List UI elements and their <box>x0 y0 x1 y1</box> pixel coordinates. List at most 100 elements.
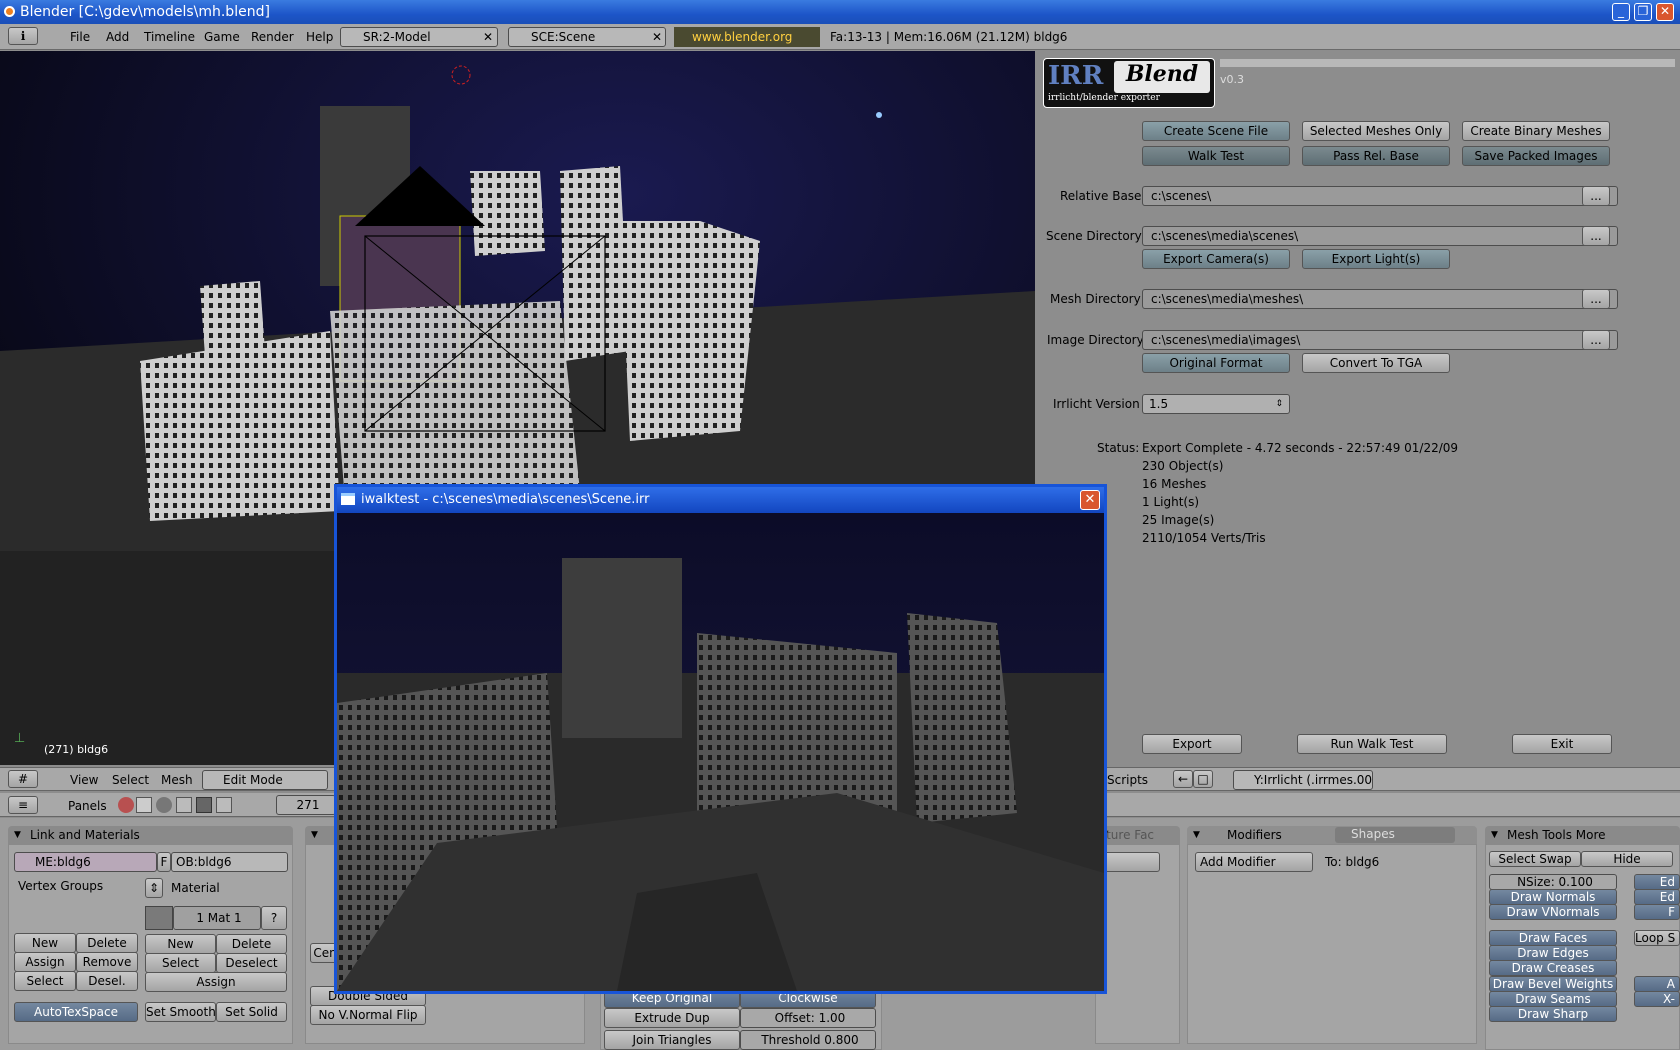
menu-file[interactable]: File <box>70 30 90 44</box>
texture-face-button[interactable] <box>1100 852 1160 872</box>
walktest-close-button[interactable]: ✕ <box>1080 490 1100 510</box>
script-icon[interactable] <box>136 797 152 813</box>
shading-icon[interactable] <box>156 797 172 813</box>
draw-normals-button[interactable]: Draw Normals <box>1489 889 1617 905</box>
select-swap-button[interactable]: Select Swap <box>1489 851 1581 867</box>
object-name-field[interactable]: OB:bldg6 <box>171 852 288 872</box>
a-button[interactable]: A <box>1634 976 1680 992</box>
material-delete-button[interactable]: Delete <box>216 934 287 954</box>
mesh-tools-more-header[interactable]: Mesh Tools More <box>1485 826 1680 844</box>
draw-creases-button[interactable]: Draw Creases <box>1489 960 1617 976</box>
autotexspace-button[interactable]: AutoTexSpace <box>14 1002 138 1022</box>
draw-seams-button[interactable]: Draw Seams <box>1489 991 1617 1007</box>
close-button[interactable]: ✕ <box>1656 3 1674 21</box>
set-solid-button[interactable]: Set Solid <box>216 1002 287 1022</box>
panels-menu[interactable]: Panels <box>68 799 107 813</box>
frame-field[interactable]: 271 <box>276 795 336 815</box>
material-select-button[interactable]: Select <box>145 953 216 973</box>
menu-game[interactable]: Game <box>204 30 240 44</box>
vgroup-new-button[interactable]: New <box>14 933 76 953</box>
mesh-name-field[interactable]: ME:bldg6 <box>14 852 157 872</box>
relative-base-field[interactable]: c:\scenes\ <box>1142 186 1618 206</box>
screen-selector[interactable]: SR:2-Model <box>340 27 498 47</box>
menu-view[interactable]: View <box>70 773 98 787</box>
original-format-button[interactable]: Original Format <box>1142 353 1290 373</box>
material-new-button[interactable]: New <box>145 934 216 954</box>
export-button[interactable]: Export <box>1142 734 1242 754</box>
vgroup-assign-button[interactable]: Assign <box>14 952 76 972</box>
material-deselect-button[interactable]: Deselect <box>216 953 287 973</box>
export-camera-button[interactable]: Export Camera(s) <box>1142 249 1290 269</box>
fake-user-button[interactable]: F <box>157 852 171 872</box>
save-packed-images-button[interactable]: Save Packed Images <box>1462 146 1610 166</box>
menu-render[interactable]: Render <box>251 30 294 44</box>
script-selector[interactable]: Y:Irrlicht (.irrmes.002 <box>1233 770 1373 790</box>
link-materials-header[interactable]: Link and Materials <box>8 826 293 844</box>
set-smooth-button[interactable]: Set Smooth <box>145 1002 216 1022</box>
menu-select[interactable]: Select <box>112 773 149 787</box>
pass-rel-base-button[interactable]: Pass Rel. Base <box>1302 146 1450 166</box>
loop-select-button[interactable]: Loop S <box>1634 930 1680 946</box>
walk-test-button[interactable]: Walk Test <box>1142 146 1290 166</box>
material-color-swatch[interactable] <box>145 906 173 930</box>
draw-bevel-weights-button[interactable]: Draw Bevel Weights <box>1489 976 1617 992</box>
shapes-tab[interactable]: Shapes <box>1335 827 1455 843</box>
x-mirror-button[interactable]: X- <box>1634 991 1680 1007</box>
logic-icon[interactable] <box>118 797 134 813</box>
selected-meshes-only-button[interactable]: Selected Meshes Only <box>1302 121 1450 141</box>
face-button[interactable]: F <box>1634 904 1680 920</box>
threshold-field[interactable]: Threshold 0.800 <box>740 1030 876 1050</box>
convert-tga-button[interactable]: Convert To TGA <box>1302 353 1450 373</box>
buttons-editor-icon[interactable]: ≡ <box>8 796 38 814</box>
maximize-button[interactable]: ❐ <box>1634 3 1652 21</box>
edge-button-2[interactable]: Ed <box>1634 889 1680 905</box>
mesh-dir-field[interactable]: c:\scenes\media\meshes\ <box>1142 289 1618 309</box>
edge-button-1[interactable]: Ed <box>1634 874 1680 890</box>
nsize-field[interactable]: NSize: 0.100 <box>1489 874 1617 890</box>
modifiers-tab[interactable]: Modifiers <box>1227 828 1282 842</box>
join-triangles-button[interactable]: Join Triangles <box>604 1030 740 1050</box>
minimize-button[interactable]: _ <box>1612 3 1630 21</box>
mode-selector[interactable]: Edit Mode <box>202 770 328 790</box>
site-link[interactable]: www.blender.org 248.1 <box>674 27 820 64</box>
run-walk-test-button[interactable]: Run Walk Test <box>1297 734 1447 754</box>
menu-mesh[interactable]: Mesh <box>161 773 193 787</box>
scene-icon[interactable] <box>216 797 232 813</box>
create-binary-meshes-button[interactable]: Create Binary Meshes <box>1462 121 1610 141</box>
close-scene-icon[interactable]: ✕ <box>652 30 662 44</box>
draw-edges-button[interactable]: Draw Edges <box>1489 945 1617 961</box>
relative-base-browse-button[interactable]: ... <box>1582 186 1610 206</box>
scene-dir-field[interactable]: c:\scenes\media\scenes\ <box>1142 226 1618 246</box>
hide-button[interactable]: Hide <box>1581 851 1673 867</box>
extrude-dup-button[interactable]: Extrude Dup <box>604 1008 740 1028</box>
texture-face-header[interactable]: xture Fac <box>1095 826 1180 844</box>
offset-field[interactable]: Offset: 1.00 <box>740 1008 876 1028</box>
menu-add[interactable]: Add <box>106 30 129 44</box>
export-light-button[interactable]: Export Light(s) <box>1302 249 1450 269</box>
mesh-dir-browse-button[interactable]: ... <box>1582 289 1610 309</box>
scene-selector[interactable]: SCE:Scene <box>508 27 666 47</box>
editing-icon[interactable] <box>196 797 212 813</box>
image-dir-browse-button[interactable]: ... <box>1582 330 1610 350</box>
material-menu-button[interactable]: ⇕ <box>145 878 163 898</box>
walktest-window[interactable]: iwalktest - c:\scenes\media\scenes\Scene… <box>334 484 1107 994</box>
object-icon[interactable] <box>176 797 192 813</box>
draw-sharp-button[interactable]: Draw Sharp <box>1489 1006 1617 1022</box>
draw-vnormals-button[interactable]: Draw VNormals <box>1489 904 1617 920</box>
scripts-menu[interactable]: Scripts <box>1107 773 1148 787</box>
add-modifier-button[interactable]: Add Modifier <box>1195 852 1313 872</box>
menu-timeline[interactable]: Timeline <box>144 30 195 44</box>
editor-type-icon[interactable]: # <box>8 770 38 788</box>
create-scene-file-button[interactable]: Create Scene File <box>1142 121 1290 141</box>
scene-dir-browse-button[interactable]: ... <box>1582 226 1610 246</box>
draw-faces-button[interactable]: Draw Faces <box>1489 930 1617 946</box>
info-icon[interactable]: ℹ <box>8 27 38 45</box>
material-assign-button[interactable]: Assign <box>145 972 287 992</box>
irrlicht-version-select[interactable]: 1.5 ⇕ <box>1142 394 1290 414</box>
no-vnormal-flip-button[interactable]: No V.Normal Flip <box>310 1005 426 1025</box>
material-index-field[interactable]: 1 Mat 1 <box>173 906 261 930</box>
back-arrow-icon[interactable]: ← <box>1173 770 1193 788</box>
menu-help[interactable]: Help <box>306 30 333 44</box>
image-dir-field[interactable]: c:\scenes\media\images\ <box>1142 330 1618 350</box>
window-icon[interactable]: □ <box>1193 770 1213 788</box>
